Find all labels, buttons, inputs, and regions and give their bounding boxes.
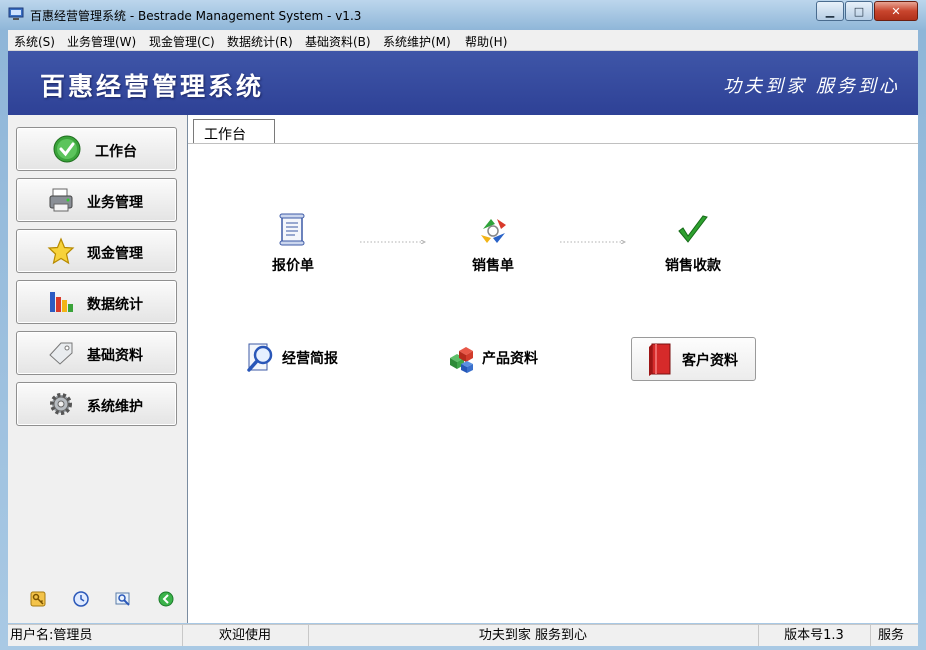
window-title: 百惠经营管理系统 - Bestrade Management System - … xyxy=(30,9,362,23)
magnifier-report-icon xyxy=(247,343,273,372)
business-report-button[interactable]: 经营简报 xyxy=(246,342,338,374)
star-icon xyxy=(47,237,75,265)
sales-receipt-button[interactable]: 销售收款 xyxy=(658,211,728,275)
bar-chart-icon xyxy=(50,292,73,312)
sidebar-item-label: 系统维护 xyxy=(87,399,143,415)
clock-icon[interactable] xyxy=(73,591,89,607)
document-icon xyxy=(279,213,305,246)
quotation-button[interactable]: 报价单 xyxy=(262,211,324,275)
banner-title: 百惠经营管理系统 xyxy=(40,72,265,101)
menu-bar: 系统(S) 业务管理(W) 现金管理(C) 数据统计(R) 基础资料(B) 系统… xyxy=(8,30,918,51)
product-data-button[interactable]: 产品资料 xyxy=(446,342,538,374)
menu-business[interactable]: 业务管理(W) xyxy=(67,33,136,50)
sidebar-item-business[interactable]: 业务管理 xyxy=(16,178,177,222)
sidebar-item-cash[interactable]: 现金管理 xyxy=(16,229,177,273)
menu-maintenance[interactable]: 系统维护(M) xyxy=(383,33,451,50)
flow-label: 报价单 xyxy=(272,258,314,274)
maximize-button[interactable]: □ xyxy=(845,1,873,21)
menu-basic-data[interactable]: 基础资料(B) xyxy=(305,33,371,50)
tab-workbench[interactable]: 工作台 xyxy=(193,119,275,144)
banner-slogan: 功夫到家 服务到心 xyxy=(723,76,900,97)
item-label: 产品资料 xyxy=(482,351,538,367)
search-window-icon[interactable] xyxy=(115,591,131,607)
status-user: 用户名:管理员 xyxy=(10,625,183,646)
red-book-icon xyxy=(649,343,671,376)
sidebar-item-basic-data[interactable]: 基础资料 xyxy=(16,331,177,375)
menu-system[interactable]: 系统(S) xyxy=(14,33,55,50)
sidebar-item-label: 基础资料 xyxy=(87,348,143,364)
app-icon xyxy=(8,7,24,20)
sidebar-item-label: 业务管理 xyxy=(87,195,143,211)
gear-icon xyxy=(50,393,72,415)
banner: 百惠经营管理系统 功夫到家 服务到心 xyxy=(8,51,918,115)
customer-data-button[interactable]: 客户资料 xyxy=(631,337,756,381)
status-extra: 服务 xyxy=(878,628,905,643)
printer-icon xyxy=(49,188,73,212)
sidebar-toolbar xyxy=(8,591,187,611)
sidebar-item-label: 工作台 xyxy=(95,144,137,160)
sidebar-item-label: 现金管理 xyxy=(87,246,143,262)
key-icon[interactable] xyxy=(30,591,46,607)
sidebar-item-label: 数据统计 xyxy=(87,297,143,313)
sidebar-item-maintenance[interactable]: 系统维护 xyxy=(16,382,177,426)
main-content: 工作台 报价单 销售单 销售收款 经营简报 产品资料 客户资料 xyxy=(188,115,918,623)
minimize-button[interactable]: ▁ xyxy=(816,1,844,21)
tab-label: 工作台 xyxy=(204,127,246,143)
app-window: 百惠经营管理系统 - Bestrade Management System - … xyxy=(0,0,926,650)
item-label: 经营简报 xyxy=(282,351,338,367)
recycle-arrows-icon xyxy=(481,219,506,243)
flow-label: 销售收款 xyxy=(665,258,721,274)
flow-arrow xyxy=(360,240,426,244)
menu-help[interactable]: 帮助(H) xyxy=(465,33,507,50)
title-bar[interactable]: 百惠经营管理系统 - Bestrade Management System - … xyxy=(0,0,926,29)
status-slogan: 功夫到家 服务到心 xyxy=(308,625,759,646)
status-welcome: 欢迎使用 xyxy=(182,625,309,646)
check-circle-icon xyxy=(53,135,81,163)
flow-arrow xyxy=(560,240,626,244)
menu-statistics[interactable]: 数据统计(R) xyxy=(227,33,293,50)
tab-divider xyxy=(188,143,918,144)
close-button[interactable]: ✕ xyxy=(874,1,918,21)
item-label: 客户资料 xyxy=(682,353,738,369)
sidebar-item-workbench[interactable]: 工作台 xyxy=(16,127,177,171)
tag-icon xyxy=(49,342,73,365)
green-check-icon xyxy=(678,215,708,243)
status-bar: 用户名:管理员 欢迎使用 功夫到家 服务到心 版本号1.3 服务 xyxy=(8,624,918,646)
cubes-icon xyxy=(450,347,473,373)
sidebar: 工作台 业务管理 现金管理 数据统计 基础资料 系统维护 xyxy=(8,115,188,623)
green-back-icon[interactable] xyxy=(158,591,174,607)
flow-label: 销售单 xyxy=(472,258,514,274)
status-version: 版本号1.3 xyxy=(758,625,871,646)
sales-order-button[interactable]: 销售单 xyxy=(460,211,526,275)
sidebar-item-statistics[interactable]: 数据统计 xyxy=(16,280,177,324)
menu-cash[interactable]: 现金管理(C) xyxy=(149,33,215,50)
